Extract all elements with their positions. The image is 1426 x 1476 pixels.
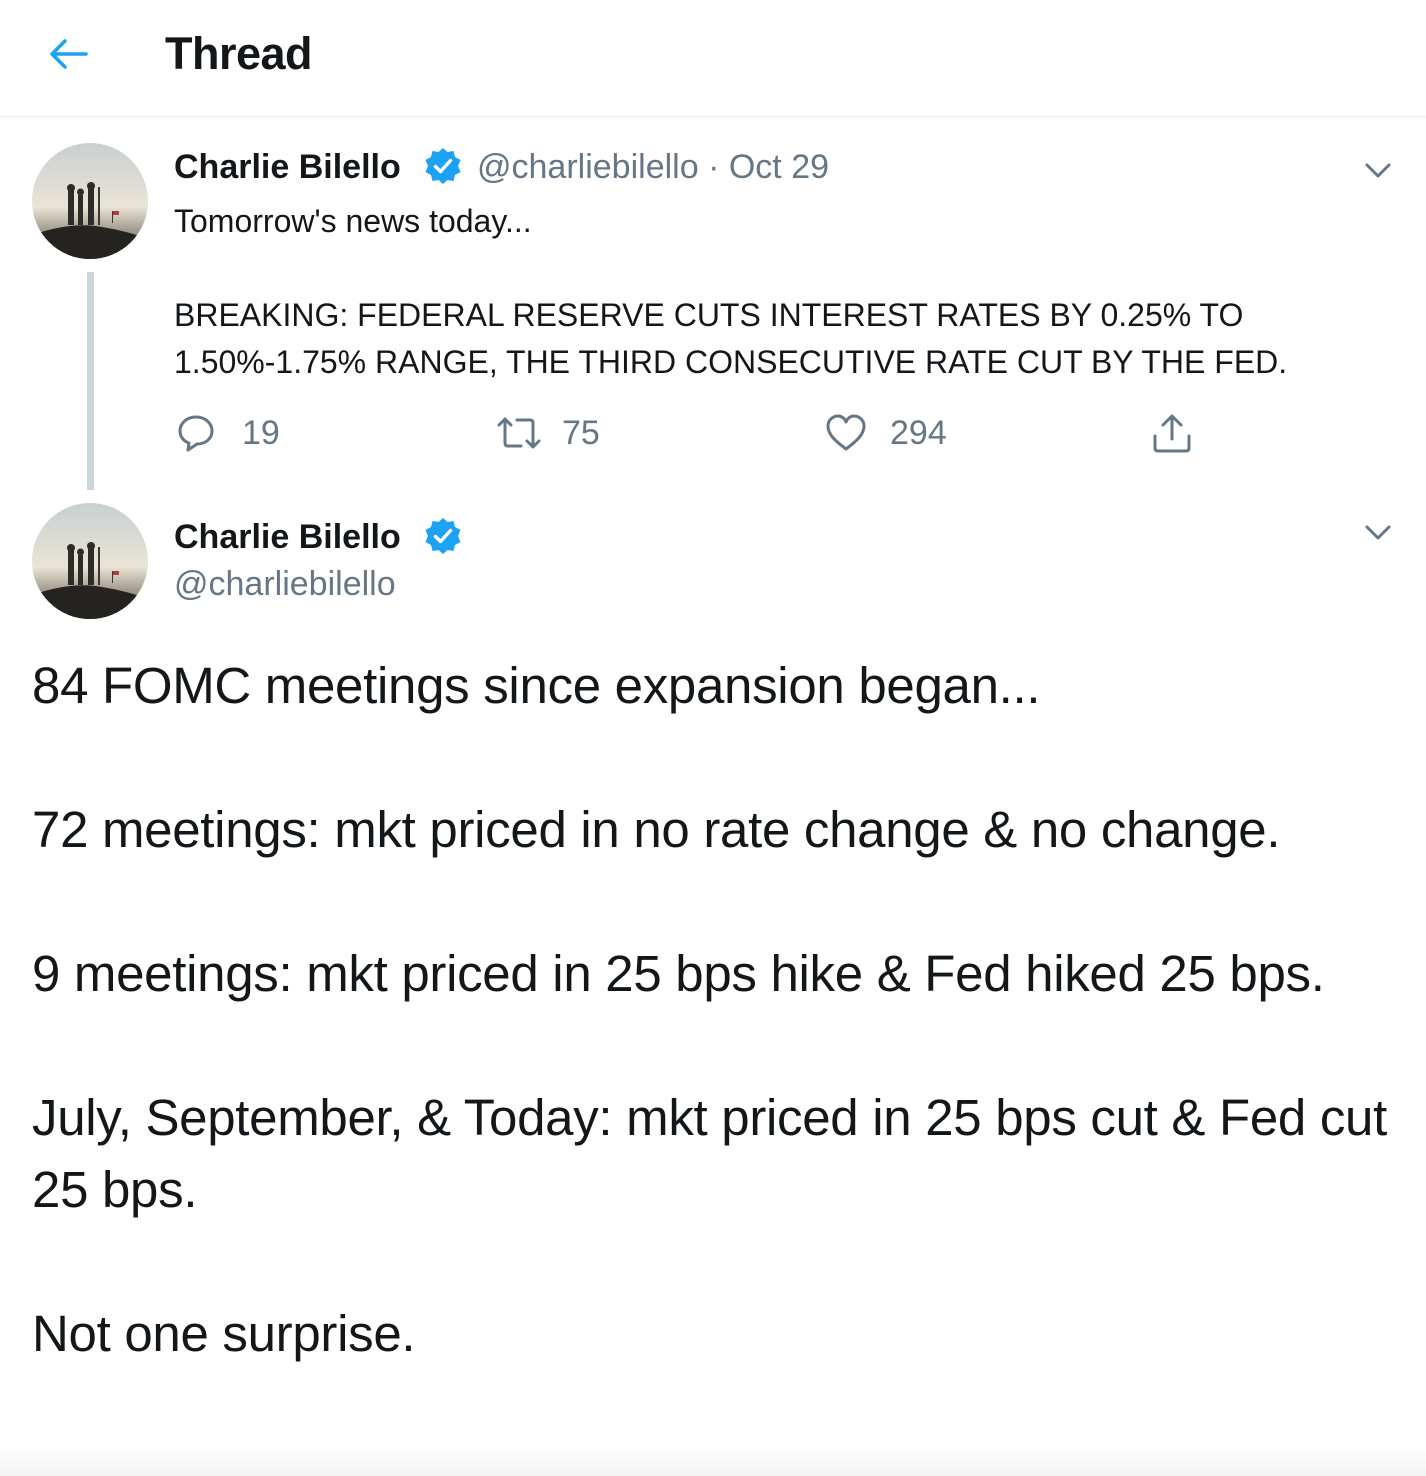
avatar[interactable] <box>32 503 148 619</box>
reply-icon <box>178 415 214 452</box>
tweet-text-blank-line <box>174 245 1404 292</box>
retweet-count: 75 <box>562 413 600 452</box>
tweet-date[interactable]: Oct 29 <box>729 148 829 186</box>
tweet-body: 84 FOMC meetings since expansion began..… <box>32 650 1402 1442</box>
author-name[interactable]: Charlie Bilello <box>174 148 401 187</box>
tweet-text-line: Tomorrow's news today... <box>174 203 532 239</box>
thread-connector-line <box>87 272 94 490</box>
verified-badge-icon <box>425 518 461 554</box>
author-handle[interactable]: @charliebilello <box>477 148 699 186</box>
author-handle[interactable]: @charliebilello <box>174 565 396 604</box>
tweet-text: Tomorrow's news today... BREAKING: FEDER… <box>174 198 1404 386</box>
thread-header: Thread <box>0 0 1426 117</box>
retweet-icon <box>497 417 541 449</box>
avatar[interactable] <box>32 143 148 259</box>
retweet-button[interactable]: 75 <box>494 408 600 458</box>
tweet-paragraph: July, September, & Today: mkt priced in … <box>32 1089 1387 1218</box>
chevron-down-icon[interactable] <box>1358 150 1398 190</box>
verified-badge-icon <box>425 148 461 184</box>
tweet-actions: 19 75 294 <box>172 408 1212 458</box>
tweet-text-line: BREAKING: FEDERAL RESERVE CUTS INTEREST … <box>174 297 1244 333</box>
tweet-paragraph: Not one surprise. <box>32 1305 416 1362</box>
heart-icon <box>826 414 866 451</box>
tweet-paragraph: 9 meetings: mkt priced in 25 bps hike & … <box>32 945 1325 1002</box>
reply-button[interactable]: 19 <box>174 408 280 458</box>
tweet-paragraph: 84 FOMC meetings since expansion began..… <box>32 657 1041 714</box>
tweet-text-line: 1.50%-1.75% RANGE, THE THIRD CONSECUTIVE… <box>174 344 1288 380</box>
meta-separator: · <box>708 148 720 186</box>
like-button[interactable]: 294 <box>824 408 947 458</box>
share-button[interactable] <box>1150 408 1194 458</box>
like-count: 294 <box>890 413 947 452</box>
chevron-down-icon[interactable] <box>1358 512 1398 552</box>
page-title: Thread <box>165 28 313 79</box>
reply-count: 19 <box>242 413 280 452</box>
bottom-fade <box>0 1446 1426 1476</box>
share-icon <box>1153 414 1191 453</box>
tweet-meta: @charliebilello · Oct 29 <box>477 148 829 187</box>
tweet-paragraph: 72 meetings: mkt priced in no rate chang… <box>32 801 1281 858</box>
arrow-left-icon <box>50 39 88 69</box>
back-button[interactable] <box>44 30 92 78</box>
author-name[interactable]: Charlie Bilello <box>174 518 401 557</box>
